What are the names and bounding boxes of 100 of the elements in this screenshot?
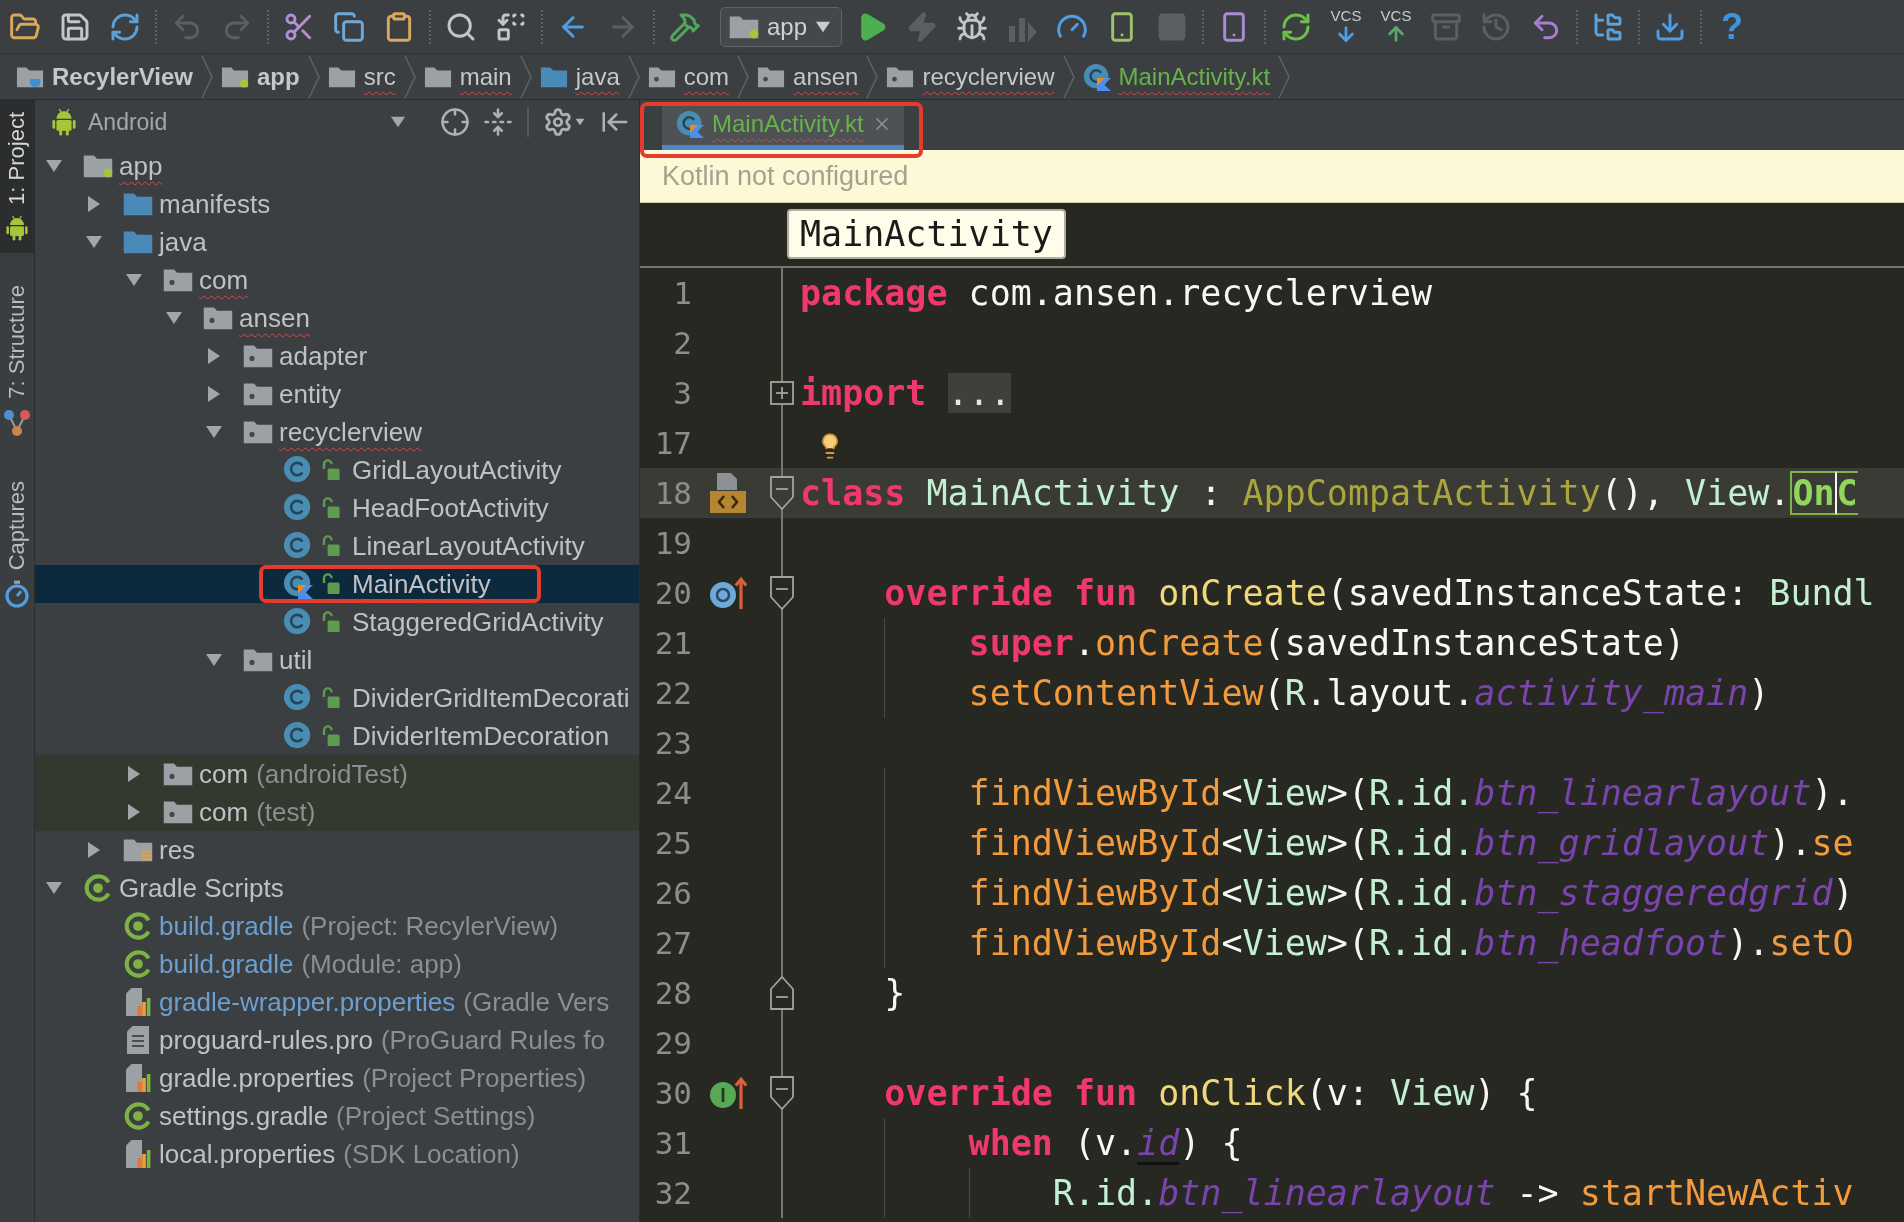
tree-item[interactable]: DividerGridItemDecorati [35,679,639,717]
collapse-fold-icon[interactable] [770,476,794,510]
kotlin-class-icon [283,569,313,599]
tree-item[interactable]: manifests [35,185,639,223]
padlock-icon [322,611,340,633]
package-folder-icon [203,306,233,330]
class-icon [283,721,313,751]
line-number: 18 [654,475,692,511]
breadcrumb-item[interactable]: main [423,62,512,91]
fold-end-icon[interactable] [770,976,794,1010]
breadcrumb-item[interactable]: com [647,62,730,91]
tree-item[interactable]: MainActivity [35,565,639,603]
line-number: 2 [673,325,692,361]
tree-item[interactable]: StaggeredGridActivity [35,603,639,641]
code-line: package com.ansen.recyclerview [800,272,1433,315]
expand-fold-icon[interactable] [770,381,794,405]
tree-item[interactable]: LinearLayoutActivity [35,527,639,565]
tree-item[interactable]: com [35,261,639,299]
line-number: 22 [654,675,692,711]
collapse-fold-icon[interactable] [770,1076,794,1110]
package-folder-icon [243,420,273,444]
tree-item[interactable]: proguard-rules.pro (ProGuard Rules fo [35,1021,639,1059]
tree-item[interactable]: local.properties (SDK Location) [35,1135,639,1173]
package-folder-icon [757,65,786,88]
gradle-icon [123,949,153,979]
module-folder-icon [729,14,759,39]
tree-item[interactable]: adapter [35,337,639,375]
line-number: 28 [654,975,692,1011]
properties-file-icon [125,987,151,1017]
copy-icon[interactable] [333,10,365,43]
chevron-icon [519,54,532,99]
implements-marker-icon[interactable] [709,1076,747,1110]
tree-item[interactable]: settings.gradle (Project Settings) [35,1097,639,1135]
tree-item[interactable]: GridLayoutActivity [35,451,639,489]
tree-item[interactable]: DividerItemDecoration [35,717,639,755]
tool-window-tab[interactable]: 1: Project [0,100,34,253]
tree-item[interactable]: com (test) [35,793,639,831]
code-line: setContentView(R.layout.activity_main) [968,672,1770,716]
package-folder-icon [886,65,915,88]
breadcrumb-item[interactable]: recyclerview [886,62,1055,91]
tool-window-tab[interactable]: 7: Structure [0,272,34,449]
collapse-fold-icon[interactable] [770,576,794,610]
tree-item[interactable]: entity [35,375,639,413]
tree-item[interactable]: build.gradle (Project: RecylerView) [35,907,639,945]
breadcrumb-item[interactable]: RecylerView [16,62,193,91]
line-number: 20 [654,575,692,611]
package-folder-icon [243,344,273,368]
view-mode-dropdown[interactable]: Android [52,104,410,140]
breadcrumb-item[interactable]: java [539,62,620,91]
vcs-commit-button[interactable]: VCS [1380,8,1412,45]
code-line: override fun onCreate(savedInstanceState: Bundl [884,572,1875,615]
kotlin-class-icon [676,110,704,138]
line-number: 30 [654,1075,692,1111]
breadcrumb-item[interactable]: src [327,62,396,91]
folder-icon [423,65,452,88]
chevron-icon [627,54,640,99]
editor-tab[interactable]: MainActivity.kt [662,103,904,150]
overrides-marker-icon[interactable] [709,576,747,610]
chevron-icon [866,54,879,99]
module-folder-icon [83,154,113,178]
tree-item[interactable]: gradle-wrapper.properties (Gradle Vers [35,983,639,1021]
help-button[interactable]: ? [1721,6,1743,47]
tree-item[interactable]: res [35,831,639,869]
breadcrumb-item[interactable]: app [221,62,300,91]
crosshair-icon[interactable] [440,107,470,137]
layout-file-icon[interactable] [709,472,747,514]
breadcrumb-item[interactable]: ansen [757,62,859,91]
line-number: 29 [654,1025,692,1061]
tree-item[interactable]: build.gradle (Module: app) [35,945,639,983]
package-folder-icon [647,65,676,88]
tree-item[interactable]: util [35,641,639,679]
vcs-update-button[interactable]: VCS [1330,8,1362,45]
line-number: 21 [654,625,692,661]
padlock-icon [322,459,340,481]
tree-item[interactable]: java [35,223,639,261]
run-configuration-dropdown[interactable]: app [720,6,842,47]
class-icon [283,493,313,523]
tree-item[interactable]: gradle.properties (Project Properties) [35,1059,639,1097]
collapse-icon[interactable] [483,107,513,137]
class-breadcrumb[interactable]: MainActivity [787,209,1066,259]
code-line: findViewById<View>(R.id.btn_gridlayout).se [968,822,1854,866]
tree-item[interactable]: Gradle Scripts [35,869,639,907]
code-line: when (v.id) { [968,1122,1243,1165]
code-line: R.id.btn_linearlayout -> startNewActiv [1052,1172,1854,1216]
text-file-icon [126,1025,150,1055]
chevron-icon [307,54,320,99]
tree-item[interactable]: HeadFootActivity [35,489,639,527]
padlock-icon [322,687,340,709]
folder-icon [539,65,568,88]
settings-icon[interactable] [543,107,573,137]
tree-item[interactable]: recyclerview [35,413,639,451]
bug-icon[interactable] [956,10,988,43]
code-line: findViewById<View>(R.id.btn_linearlayout). [968,772,1854,816]
tree-item[interactable]: ansen [35,299,639,337]
breadcrumb-item[interactable]: MainActivity.kt [1082,62,1271,91]
tree-item[interactable]: app [35,147,639,185]
class-icon [283,531,313,561]
tree-item[interactable]: com (androidTest) [35,755,639,793]
tool-window-tab[interactable]: Captures [0,468,34,620]
code-line: class MainActivity : AppCompatActivity(), View.OnC [800,470,1858,517]
